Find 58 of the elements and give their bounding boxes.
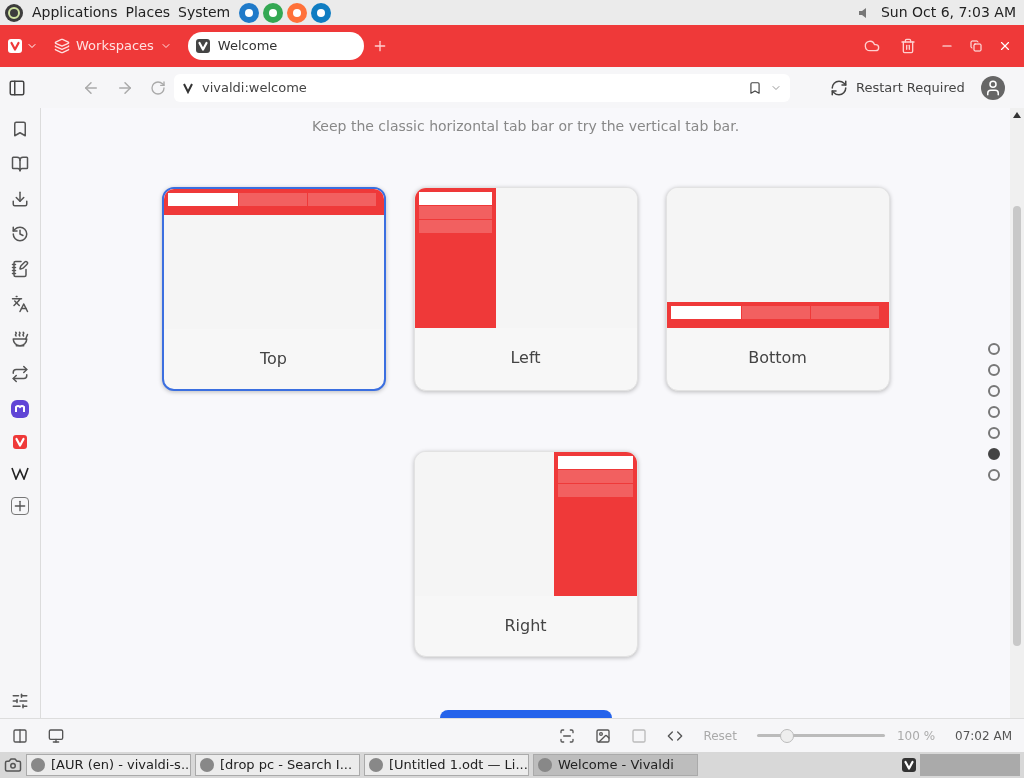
vivaldi-menu-icon [8, 39, 22, 53]
reload-icon[interactable] [150, 79, 166, 96]
layers-icon [54, 38, 70, 54]
profile-avatar[interactable] [980, 75, 1005, 100]
tab-position-option[interactable]: Bottom [665, 187, 890, 391]
close-icon[interactable] [998, 39, 1012, 53]
taskbar-item[interactable]: [drop pc - Search I... [195, 754, 360, 776]
wikipedia-icon[interactable] [11, 466, 29, 480]
scrollbar[interactable] [1010, 108, 1024, 718]
bookmark-icon[interactable] [748, 80, 762, 95]
translate-icon[interactable] [11, 295, 29, 313]
app-launcher-icon[interactable] [286, 1, 309, 24]
cloud-icon[interactable] [864, 38, 880, 54]
page-subtitle: Keep the classic horizontal tab bar or try the vertical tab bar. [311, 117, 740, 136]
tray-vivaldi-icon [902, 758, 916, 772]
bookmark-icon[interactable] [11, 120, 29, 138]
distro-logo-icon[interactable] [4, 2, 24, 23]
app-launcher-icon[interactable] [310, 1, 333, 24]
history-icon[interactable] [11, 225, 29, 243]
settings-icon[interactable] [11, 692, 29, 710]
panel-menu[interactable]: Applications [32, 2, 118, 23]
mastodon-icon[interactable] [11, 400, 29, 418]
zoom-reading: 100 % [896, 727, 936, 745]
trash-icon[interactable] [900, 38, 916, 54]
notes-icon[interactable] [11, 260, 29, 278]
taskbar-item[interactable]: [Untitled 1.odt — Li... [364, 754, 529, 776]
restart-button[interactable]: Restart Required [830, 77, 965, 98]
status-clock: 07:02 AM [955, 727, 1012, 745]
restart-icon [830, 78, 848, 97]
bowl-icon[interactable] [11, 330, 29, 348]
capture-icon[interactable] [559, 727, 576, 744]
download-icon[interactable] [11, 190, 29, 208]
sync-icon[interactable] [11, 365, 29, 383]
vivaldi-icon [195, 39, 210, 53]
taskbar-item[interactable]: Welcome - Vivaldi [533, 754, 698, 776]
partial-button[interactable] [439, 710, 612, 718]
panel-toggle-icon[interactable] [12, 727, 28, 744]
tab-position-option[interactable]: Top [161, 187, 386, 391]
zoom-slider[interactable] [756, 728, 885, 743]
browser-tab[interactable]: Welcome [187, 32, 364, 60]
book-icon[interactable] [11, 155, 29, 173]
app-launcher-icon[interactable] [238, 1, 261, 24]
scroll-up-icon[interactable] [1013, 112, 1021, 118]
app-launcher-icon[interactable] [262, 1, 285, 24]
tab-position-option[interactable]: Left [413, 187, 638, 391]
panel-toggle-icon[interactable] [8, 78, 26, 97]
image-icon[interactable] [595, 727, 612, 744]
address-field[interactable]: vivaldi:welcome [174, 73, 790, 102]
vivaldi-icon [182, 81, 194, 94]
window-icon[interactable] [48, 727, 64, 744]
taskbar-item[interactable]: [AUR (en) - vivaldi-s... [26, 754, 191, 776]
panel-menu[interactable]: Places [125, 2, 171, 23]
tab-position-option[interactable]: Right [413, 451, 638, 657]
panel-menu[interactable]: System [178, 2, 231, 23]
restore-icon[interactable] [970, 40, 982, 52]
vivaldi-icon [13, 435, 27, 449]
clock[interactable]: Sun Oct 6, 7:03 AM [880, 2, 1020, 23]
add-panel-icon[interactable] [11, 497, 29, 515]
